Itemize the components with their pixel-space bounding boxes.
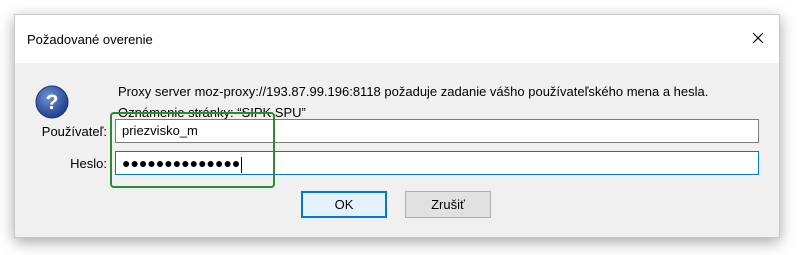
cancel-button-label: Zrušiť [431, 197, 465, 212]
cancel-button[interactable]: Zrušiť [405, 191, 491, 218]
title-bar: Požadované overenie [15, 15, 779, 63]
auth-dialog: Požadované overenie ? Proxy server moz-p… [14, 14, 780, 238]
password-masked-value: ●●●●●●●●●●●●●● [122, 155, 241, 171]
ok-button[interactable]: OK [301, 191, 387, 218]
text-caret [241, 156, 243, 173]
close-button[interactable] [743, 23, 773, 53]
message-line-1: Proxy server moz-proxy://193.87.99.196:8… [118, 84, 709, 99]
password-field[interactable]: ●●●●●●●●●●●●●● [115, 151, 759, 175]
question-icon: ? [35, 85, 69, 119]
close-icon [752, 32, 764, 44]
dialog-title: Požadované overenie [27, 32, 153, 47]
svg-text:?: ? [46, 91, 59, 114]
username-value: priezvisko_m [122, 123, 198, 138]
dialog-body: ? Proxy server moz-proxy://193.87.99.196… [15, 63, 779, 237]
username-label: Používateľ: [41, 124, 107, 139]
ok-button-label: OK [334, 197, 354, 212]
dialog-message: Proxy server moz-proxy://193.87.99.196:8… [118, 81, 708, 123]
username-field[interactable]: priezvisko_m [115, 119, 759, 143]
password-label: Heslo: [70, 156, 107, 171]
